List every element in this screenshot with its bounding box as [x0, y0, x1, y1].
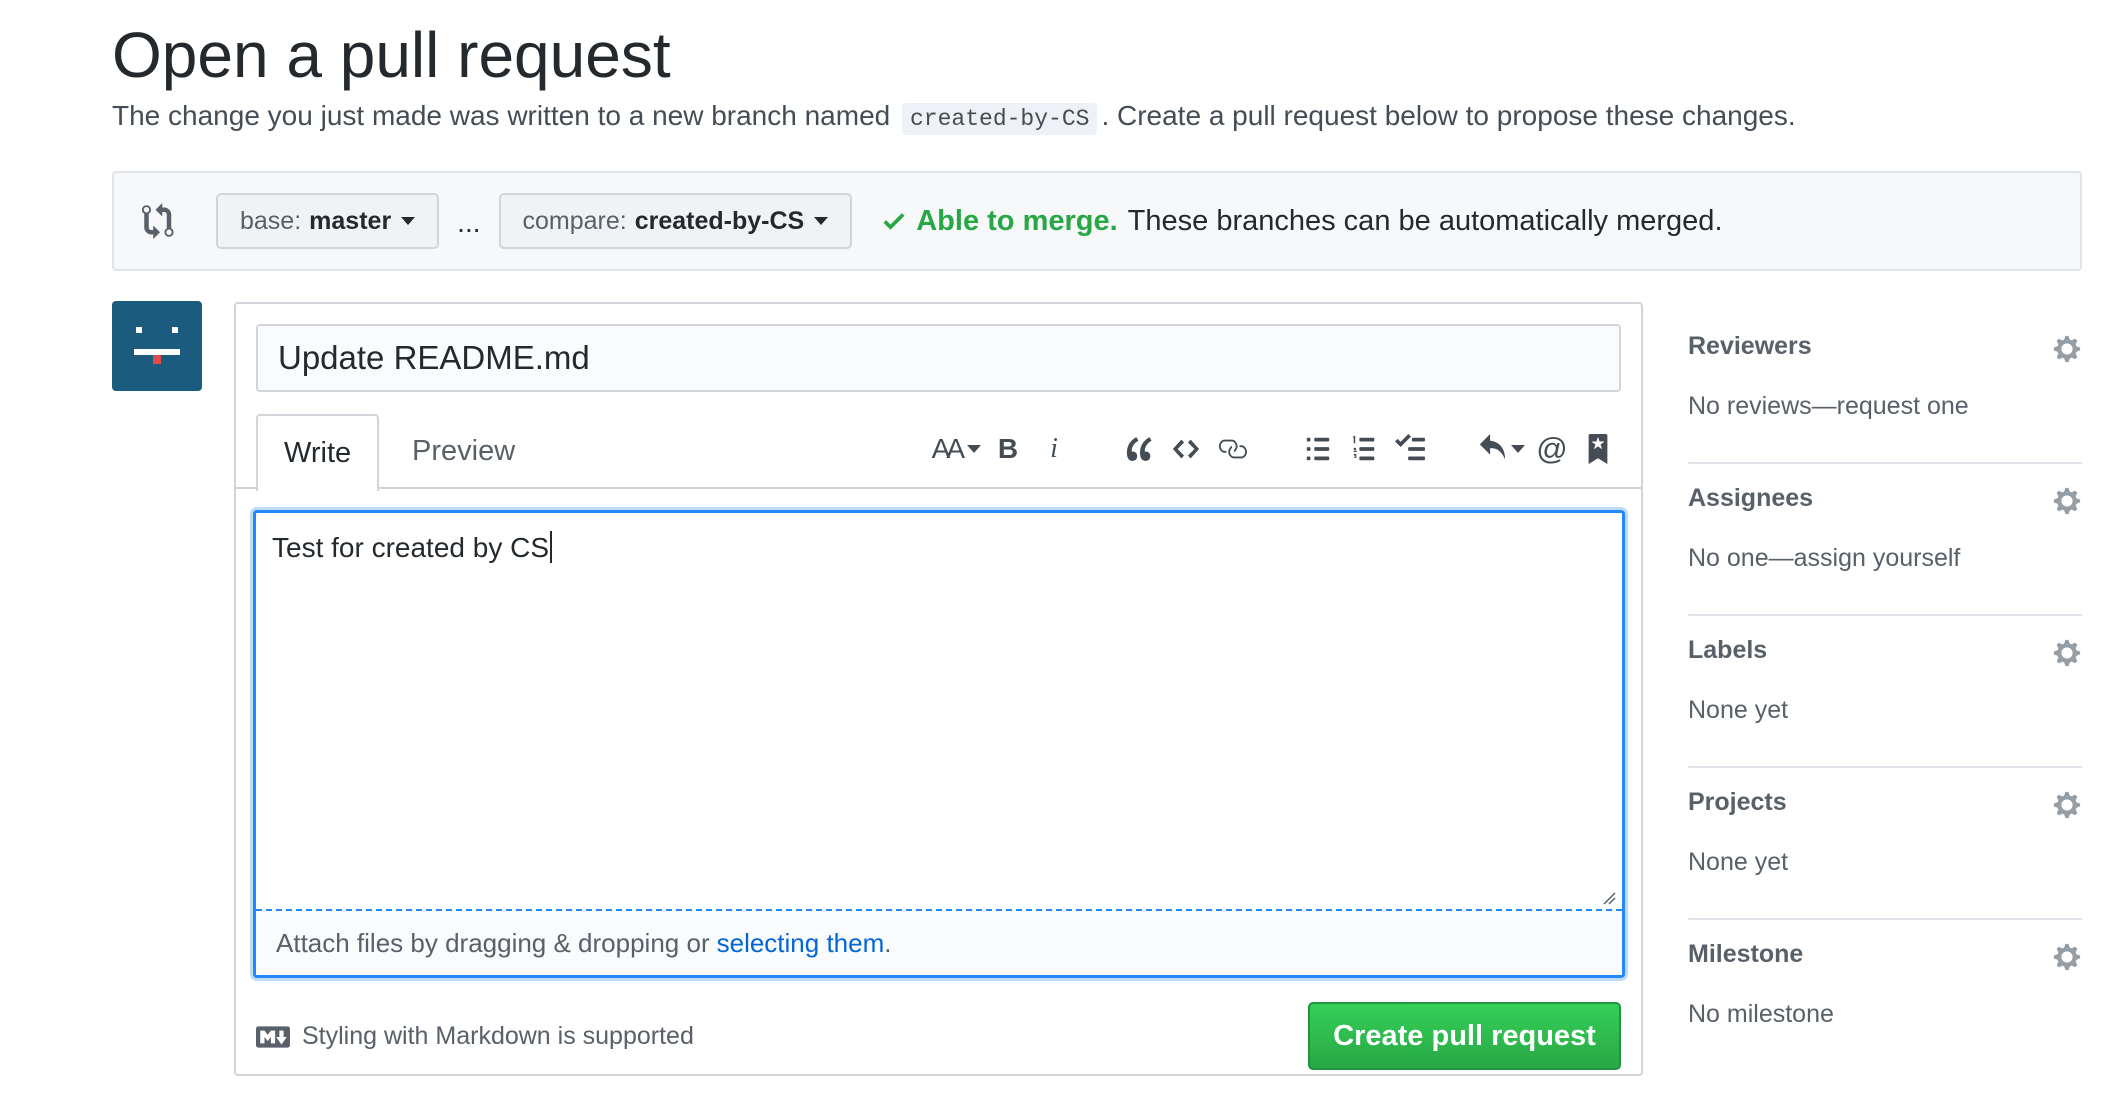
branch-name-code: created-by-CS	[902, 103, 1098, 135]
tab-preview[interactable]: Preview	[386, 414, 541, 489]
attach-text: Attach files by dragging & dropping or	[276, 927, 710, 958]
resize-handle-icon[interactable]	[1600, 889, 1616, 905]
unordered-list-button[interactable]	[1299, 427, 1337, 471]
mention-icon: @	[1536, 431, 1568, 466]
merge-status: Able to merge. These branches can be aut…	[880, 204, 1723, 238]
pull-request-form: Write Preview AA B i	[234, 302, 1643, 1076]
link-button[interactable]	[1213, 427, 1251, 471]
ordered-list-button[interactable]	[1345, 427, 1383, 471]
markdown-hint-text: Styling with Markdown is supported	[302, 1022, 694, 1050]
bold-icon: B	[997, 433, 1019, 464]
git-compare-icon	[142, 203, 174, 239]
compare-branch-select[interactable]: compare: created-by-CS	[498, 193, 853, 249]
base-branch-select[interactable]: base: master	[216, 193, 440, 249]
markdown-toolbar: AA B i @	[884, 424, 1617, 474]
gear-icon[interactable]	[2052, 790, 2082, 820]
comment-body-text[interactable]: Test for created by CS	[272, 531, 553, 564]
quote-icon	[1126, 437, 1152, 461]
italic-button[interactable]: i	[1035, 427, 1073, 471]
attach-text-end: .	[884, 927, 892, 958]
sidebar-heading[interactable]: Labels	[1688, 636, 1767, 665]
base-value: master	[309, 206, 392, 235]
sidebar-value: None yet	[1688, 696, 1789, 724]
text-cursor	[550, 531, 553, 563]
tasklist-icon	[1395, 434, 1425, 461]
task-list-button[interactable]	[1391, 427, 1429, 471]
sidebar-heading[interactable]: Milestone	[1688, 940, 1803, 969]
check-icon	[883, 213, 905, 230]
sidebar-heading[interactable]: Projects	[1688, 788, 1787, 817]
list-unordered-icon	[1306, 437, 1330, 461]
sidebar-labels: Labels None yet	[1688, 616, 2082, 768]
subtitle-text-end: . Create a pull request below to propose…	[1101, 100, 1796, 131]
chevron-down-icon	[1511, 445, 1525, 453]
file-drop-zone[interactable]: Attach files by dragging & dropping or s…	[256, 909, 1622, 975]
select-files-link[interactable]: selecting them	[717, 928, 885, 959]
page-title: Open a pull request	[112, 19, 671, 91]
compare-label: compare:	[522, 206, 627, 235]
sidebar-heading[interactable]: Assignees	[1688, 484, 1813, 513]
tab-write[interactable]: Write	[256, 414, 380, 491]
chevron-down-icon	[967, 445, 981, 453]
list-ordered-icon	[1352, 435, 1375, 461]
sidebar-projects: Projects None yet	[1688, 768, 2082, 920]
sidebar-value: No milestone	[1688, 1000, 1834, 1028]
gear-icon[interactable]	[2052, 638, 2082, 668]
bookmark-icon	[1588, 434, 1608, 464]
markdown-hint[interactable]: Styling with Markdown is supported	[256, 1022, 694, 1051]
subtitle-text: The change you just made was written to …	[112, 100, 891, 131]
toolbar-group-insert	[1113, 427, 1251, 471]
sidebar-reviewers: Reviewers No reviews—request one	[1688, 312, 2082, 464]
markdown-icon	[256, 1025, 290, 1048]
comment-body-value: Test for created by CS	[272, 532, 550, 563]
title-input[interactable]	[256, 324, 1621, 392]
quote-button[interactable]	[1121, 427, 1159, 471]
chevron-down-icon	[401, 217, 416, 225]
compare-bar: base: master ... compare: created-by-CS …	[112, 171, 2082, 271]
sidebar-value[interactable]: No reviews—request one	[1688, 392, 1969, 421]
toolbar-group-lists	[1291, 427, 1429, 471]
merge-description: These branches can be automatically merg…	[1127, 204, 1723, 237]
identicon-icon	[134, 327, 180, 364]
sidebar-heading[interactable]: Reviewers	[1688, 332, 1812, 361]
reply-button[interactable]	[1477, 427, 1525, 471]
bold-button[interactable]: B	[989, 427, 1027, 471]
reply-icon	[1479, 434, 1506, 460]
gear-icon[interactable]	[2052, 942, 2082, 972]
gear-icon[interactable]	[2052, 334, 2082, 364]
code-button[interactable]	[1167, 427, 1205, 471]
sidebar-milestone: Milestone No milestone	[1688, 920, 2082, 1072]
sidebar-value[interactable]: No one—assign yourself	[1688, 544, 1960, 573]
toolbar-group-text: AA B i	[924, 427, 1073, 471]
page-subtitle: The change you just made was written to …	[112, 100, 1796, 135]
mention-button[interactable]: @	[1533, 427, 1571, 471]
code-icon	[1172, 439, 1200, 459]
chevron-down-icon	[814, 217, 829, 225]
toolbar-group-extra: @	[1469, 427, 1617, 471]
gear-icon[interactable]	[2052, 486, 2082, 516]
saved-reply-button[interactable]	[1579, 427, 1617, 471]
compare-value: created-by-CS	[634, 206, 805, 235]
avatar[interactable]	[112, 301, 202, 391]
comment-body-editor[interactable]: Test for created by CS Attach files by d…	[253, 510, 1625, 978]
branch-separator: ...	[457, 207, 481, 238]
link-icon	[1218, 439, 1247, 459]
header-icon: AA	[931, 433, 965, 464]
create-pull-request-button[interactable]: Create pull request	[1308, 1002, 1621, 1070]
base-label: base:	[240, 206, 302, 235]
sidebar-value: None yet	[1688, 848, 1789, 876]
sidebar-assignees: Assignees No one—assign yourself	[1688, 464, 2082, 616]
merge-ok-text: Able to merge.	[916, 204, 1118, 237]
italic-icon: i	[1050, 433, 1058, 464]
sidebar: Reviewers No reviews—request one Assigne…	[1688, 312, 2082, 1072]
header-button[interactable]: AA	[932, 427, 981, 471]
